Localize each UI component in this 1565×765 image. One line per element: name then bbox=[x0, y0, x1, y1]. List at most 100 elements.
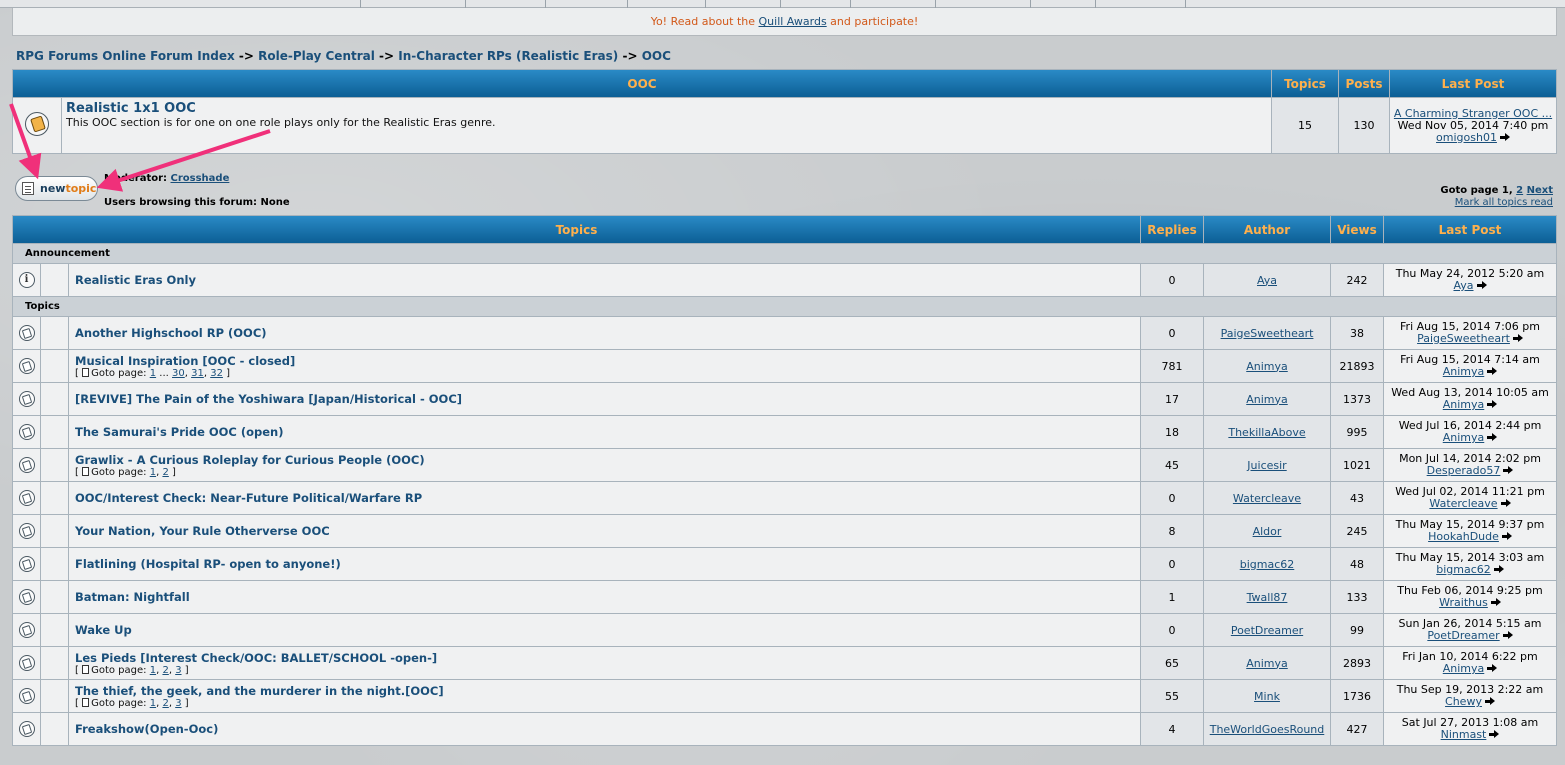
forum-post-count: 130 bbox=[1339, 98, 1389, 153]
topic-author-link[interactable]: TheWorldGoesRound bbox=[1204, 713, 1330, 745]
last-post-user-link[interactable]: Animya bbox=[1443, 431, 1485, 444]
page-ellipsis: ... bbox=[159, 367, 169, 379]
goto-page-link[interactable]: 2 bbox=[162, 665, 168, 676]
arrow-right-icon[interactable] bbox=[1490, 598, 1501, 607]
info-icon: i bbox=[18, 272, 35, 288]
topic-title-link[interactable]: Realistic Eras Only bbox=[75, 273, 1134, 287]
arrow-right-icon[interactable] bbox=[1487, 367, 1498, 376]
arrow-right-icon[interactable] bbox=[1512, 334, 1523, 343]
forum-topic-count: 15 bbox=[1272, 98, 1338, 153]
last-post-topic-link[interactable]: A Charming Stranger OOC ... bbox=[1391, 107, 1555, 120]
goto-page-link[interactable]: 1 bbox=[150, 368, 156, 379]
goto-page-link[interactable]: 3 bbox=[175, 698, 181, 709]
topic-title-link[interactable]: The thief, the geek, and the murderer in… bbox=[75, 684, 1134, 698]
arrow-right-icon[interactable] bbox=[1487, 433, 1498, 442]
topic-title-link[interactable]: Another Highschool RP (OOC) bbox=[75, 326, 1134, 340]
arrow-right-icon[interactable] bbox=[1487, 400, 1498, 409]
arrow-right-icon[interactable] bbox=[1499, 132, 1510, 142]
arrow-right-icon[interactable] bbox=[1503, 466, 1514, 475]
topic-title-link[interactable]: Your Nation, Your Rule Otherverse OOC bbox=[75, 524, 1134, 538]
breadcrumb-ooc[interactable]: OOC bbox=[642, 49, 671, 63]
topic-views: 133 bbox=[1331, 581, 1383, 613]
goto-page-link[interactable]: 31 bbox=[191, 368, 204, 379]
topic-title-link[interactable]: OOC/Interest Check: Near-Future Politica… bbox=[75, 491, 1134, 505]
forum-icon-cell bbox=[13, 98, 61, 153]
last-post-user-link[interactable]: Ninmast bbox=[1441, 728, 1487, 741]
table-row: Les Pieds [Interest Check/OOC: BALLET/SC… bbox=[13, 647, 1556, 679]
topic-author-link[interactable]: bigmac62 bbox=[1204, 548, 1330, 580]
goto-page-link[interactable]: 3 bbox=[175, 665, 181, 676]
topic-author-link[interactable]: Animya bbox=[1204, 350, 1330, 382]
last-post-header: Last Post bbox=[1384, 216, 1556, 243]
topic-author-link[interactable]: Twall87 bbox=[1204, 581, 1330, 613]
last-post-user-link[interactable]: Watercleave bbox=[1429, 497, 1497, 510]
goto-page-link[interactable]: 2 bbox=[162, 467, 168, 478]
goto-page-link[interactable]: 30 bbox=[172, 368, 185, 379]
last-post-user-link[interactable]: PoetDreamer bbox=[1427, 629, 1499, 642]
topic-title-link[interactable]: Wake Up bbox=[75, 623, 1134, 637]
topic-author-link[interactable]: Animya bbox=[1204, 383, 1330, 415]
new-topic-button[interactable]: newtopic bbox=[15, 176, 98, 201]
last-post-user-link[interactable]: Desperado57 bbox=[1427, 464, 1501, 477]
topic-author-link[interactable]: Juicesir bbox=[1204, 449, 1330, 481]
last-post-user-link[interactable]: Chewy bbox=[1445, 695, 1482, 708]
last-post-user-link[interactable]: PaigeSweetheart bbox=[1417, 332, 1510, 345]
topic-author-link[interactable]: PaigeSweetheart bbox=[1204, 317, 1330, 349]
last-post-user-link[interactable]: Animya bbox=[1443, 662, 1485, 675]
breadcrumb-forum-index[interactable]: RPG Forums Online Forum Index bbox=[16, 49, 235, 63]
goto-page-link[interactable]: 1 bbox=[150, 665, 156, 676]
last-post-user-link[interactable]: Wraithus bbox=[1439, 596, 1488, 609]
goto-page-link[interactable]: 1 bbox=[150, 698, 156, 709]
topic-author-link[interactable]: Aldor bbox=[1204, 515, 1330, 547]
topic-last-post: Mon Jul 14, 2014 2:02 pm Desperado57 bbox=[1384, 449, 1556, 481]
new-topic-label-part1: new bbox=[40, 182, 66, 195]
quill-awards-link[interactable]: Quill Awards bbox=[759, 15, 827, 28]
arrow-right-icon[interactable] bbox=[1487, 664, 1498, 673]
arrow-right-icon[interactable] bbox=[1476, 281, 1487, 290]
topic-status-cell bbox=[41, 416, 68, 448]
topic-author-link[interactable]: Animya bbox=[1204, 647, 1330, 679]
last-post-user-link[interactable]: HookahDude bbox=[1428, 530, 1499, 543]
topic-title-link[interactable]: Grawlix - A Curious Roleplay for Curious… bbox=[75, 453, 1134, 467]
topic-title-link[interactable]: Flatlining (Hospital RP- open to anyone!… bbox=[75, 557, 1134, 571]
arrow-right-icon[interactable] bbox=[1502, 631, 1513, 640]
arrow-right-icon[interactable] bbox=[1500, 499, 1511, 508]
mark-all-read-link[interactable]: Mark all topics read bbox=[1455, 197, 1553, 208]
last-post-user-link[interactable]: Aya bbox=[1453, 279, 1473, 292]
arrow-right-icon[interactable] bbox=[1484, 697, 1495, 706]
breadcrumb-sep: -> bbox=[238, 49, 254, 63]
last-post-user-link[interactable]: bigmac62 bbox=[1436, 563, 1491, 576]
moderator-link[interactable]: Crosshade bbox=[171, 173, 230, 184]
topic-title-link[interactable]: [REVIVE] The Pain of the Yoshiwara [Japa… bbox=[75, 392, 1134, 406]
arrow-right-icon[interactable] bbox=[1489, 730, 1500, 739]
goto-page-link[interactable]: 32 bbox=[210, 368, 223, 379]
topic-views: 21893 bbox=[1331, 350, 1383, 382]
topic-author-link[interactable]: Watercleave bbox=[1204, 482, 1330, 514]
forum-title-link[interactable]: Realistic 1x1 OOC bbox=[66, 101, 1267, 116]
topic-author-link[interactable]: Aya bbox=[1204, 264, 1330, 296]
goto-page-link[interactable]: 1 bbox=[150, 467, 156, 478]
topic-views: 427 bbox=[1331, 713, 1383, 745]
topic-icon bbox=[18, 721, 35, 737]
topic-status-cell bbox=[41, 350, 68, 382]
last-post-user-link[interactable]: omigosh01 bbox=[1436, 131, 1497, 144]
topic-author-link[interactable]: Mink bbox=[1204, 680, 1330, 712]
topic-status-cell bbox=[41, 383, 68, 415]
breadcrumb-role-play-central[interactable]: Role-Play Central bbox=[258, 49, 375, 63]
last-post-user-link[interactable]: Animya bbox=[1443, 365, 1485, 378]
topic-icon-cell: i bbox=[13, 264, 40, 296]
arrow-right-icon[interactable] bbox=[1493, 565, 1504, 574]
breadcrumb-in-character[interactable]: In-Character RPs (Realistic Eras) bbox=[398, 49, 618, 63]
topic-title-link[interactable]: Freakshow(Open-Ooc) bbox=[75, 722, 1134, 736]
topic-title-link[interactable]: Les Pieds [Interest Check/OOC: BALLET/SC… bbox=[75, 651, 1134, 665]
topic-author-link[interactable]: PoetDreamer bbox=[1204, 614, 1330, 646]
goto-page-link[interactable]: 2 bbox=[162, 698, 168, 709]
topic-title-link[interactable]: Musical Inspiration [OOC - closed] bbox=[75, 354, 1134, 368]
arrow-right-icon[interactable] bbox=[1501, 532, 1512, 541]
last-post-user-link[interactable]: Animya bbox=[1443, 398, 1485, 411]
topic-author-link[interactable]: ThekillaAbove bbox=[1204, 416, 1330, 448]
pagination-next[interactable]: Next bbox=[1527, 185, 1553, 196]
pagination-page-2[interactable]: 2 bbox=[1516, 185, 1523, 196]
topic-title-link[interactable]: The Samurai's Pride OOC (open) bbox=[75, 425, 1134, 439]
topic-title-link[interactable]: Batman: Nightfall bbox=[75, 590, 1134, 604]
